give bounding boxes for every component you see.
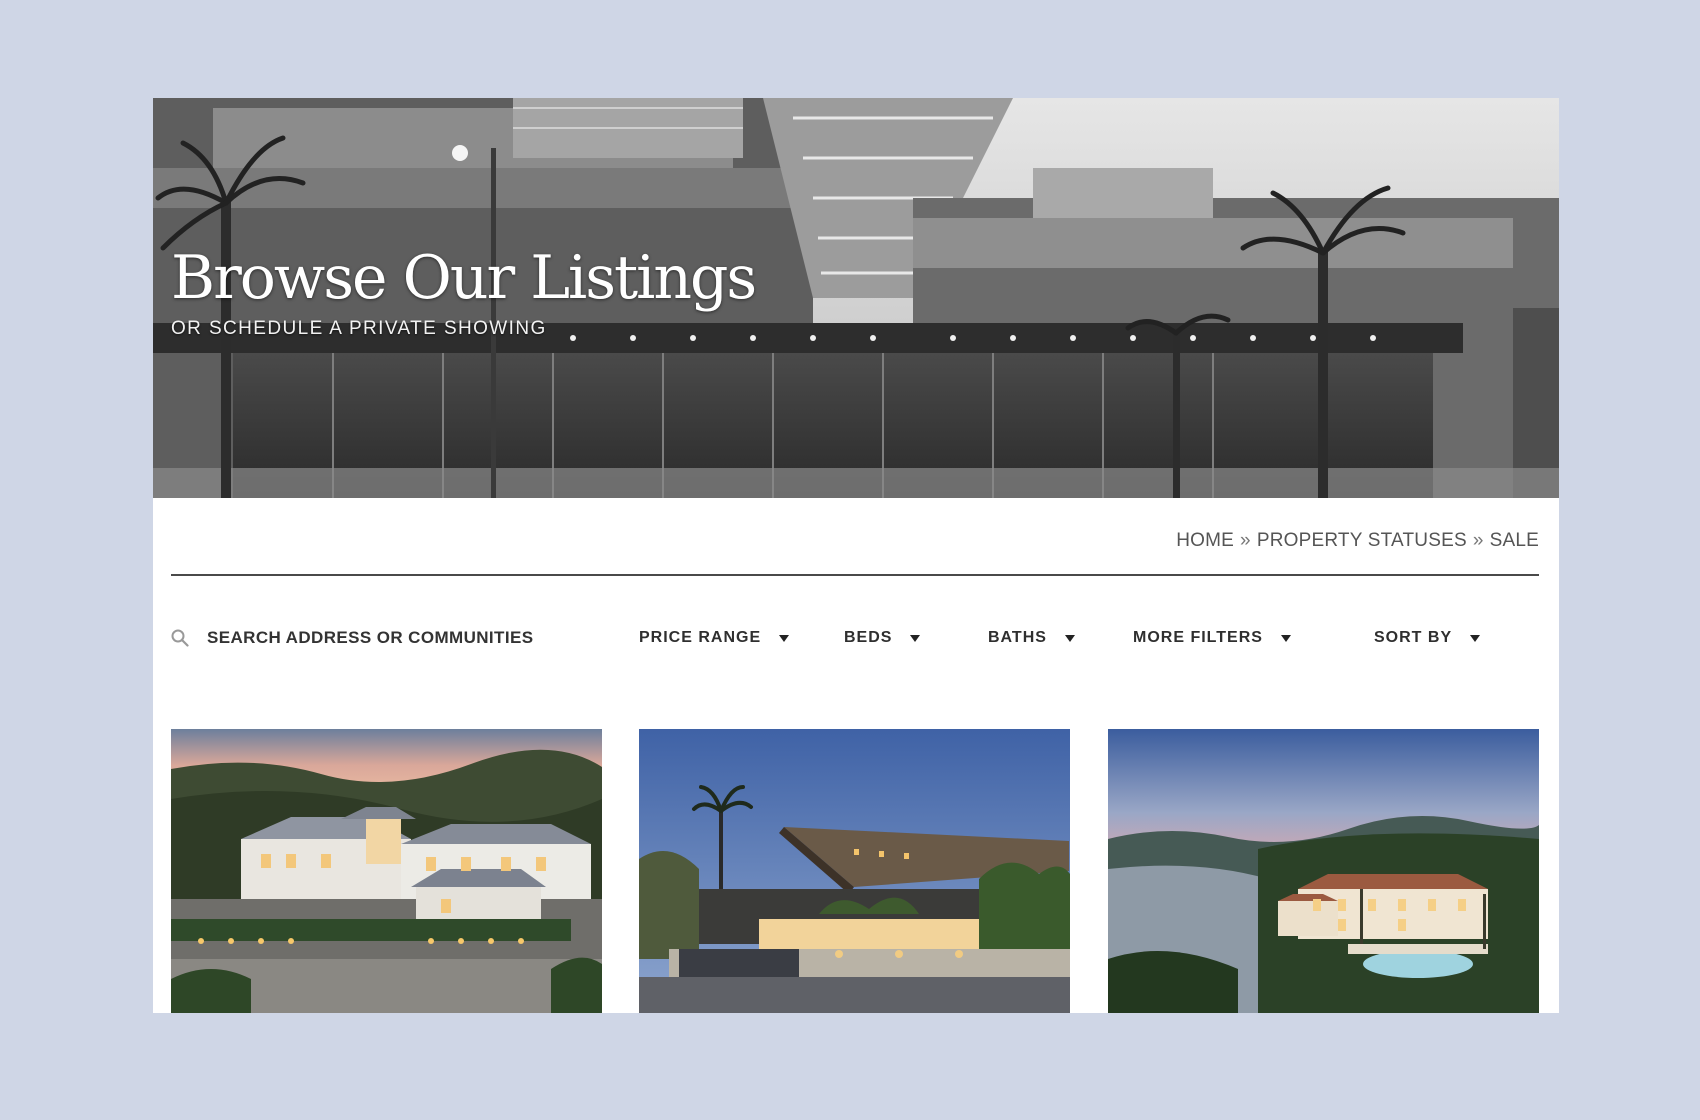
price-range-dropdown[interactable]: PRICE RANGE	[639, 618, 790, 658]
caret-down-icon	[1064, 634, 1075, 642]
caret-down-icon	[779, 634, 790, 642]
search-icon[interactable]	[171, 629, 189, 647]
more-filters-label: MORE FILTERS	[1133, 629, 1263, 646]
divider	[171, 574, 1539, 576]
breadcrumb-separator: »	[1240, 530, 1251, 551]
caret-down-icon	[1280, 634, 1291, 642]
baths-dropdown[interactable]: BATHS	[988, 618, 1075, 658]
breadcrumb: HOME » PROPERTY STATUSES » SALE	[1176, 530, 1539, 552]
breadcrumb-property-statuses[interactable]: PROPERTY STATUSES	[1257, 530, 1467, 552]
caret-down-icon	[1470, 634, 1481, 642]
hero-banner: Browse Our Listings OR SCHEDULE A PRIVAT…	[153, 98, 1559, 498]
search-input[interactable]	[207, 628, 587, 648]
sort-by-dropdown[interactable]: SORT BY	[1374, 618, 1481, 658]
breadcrumb-home[interactable]: HOME	[1176, 530, 1234, 552]
caret-down-icon	[910, 634, 921, 642]
beds-dropdown[interactable]: BEDS	[844, 618, 921, 658]
listings-page: Browse Our Listings OR SCHEDULE A PRIVAT…	[153, 98, 1559, 1013]
breadcrumb-current: SALE	[1489, 530, 1539, 551]
listing-photo	[1108, 729, 1539, 1013]
listing-photo	[639, 729, 1070, 1013]
page-subtitle: OR SCHEDULE A PRIVATE SHOWING	[171, 318, 547, 339]
price-range-label: PRICE RANGE	[639, 629, 762, 646]
beds-label: BEDS	[844, 629, 893, 646]
listing-photo	[171, 729, 602, 1013]
more-filters-dropdown[interactable]: MORE FILTERS	[1133, 618, 1291, 658]
listing-card[interactable]	[1108, 729, 1539, 1013]
listing-card[interactable]	[171, 729, 602, 1013]
search-box	[171, 618, 587, 658]
listing-card[interactable]	[639, 729, 1070, 1013]
listing-grid	[171, 729, 1539, 1013]
filter-bar: PRICE RANGE BEDS BATHS MORE FILTERS SORT…	[171, 618, 1539, 658]
breadcrumb-separator: »	[1472, 530, 1484, 551]
baths-label: BATHS	[988, 629, 1047, 646]
page-title: Browse Our Listings	[171, 243, 757, 313]
sort-by-label: SORT BY	[1374, 629, 1453, 646]
